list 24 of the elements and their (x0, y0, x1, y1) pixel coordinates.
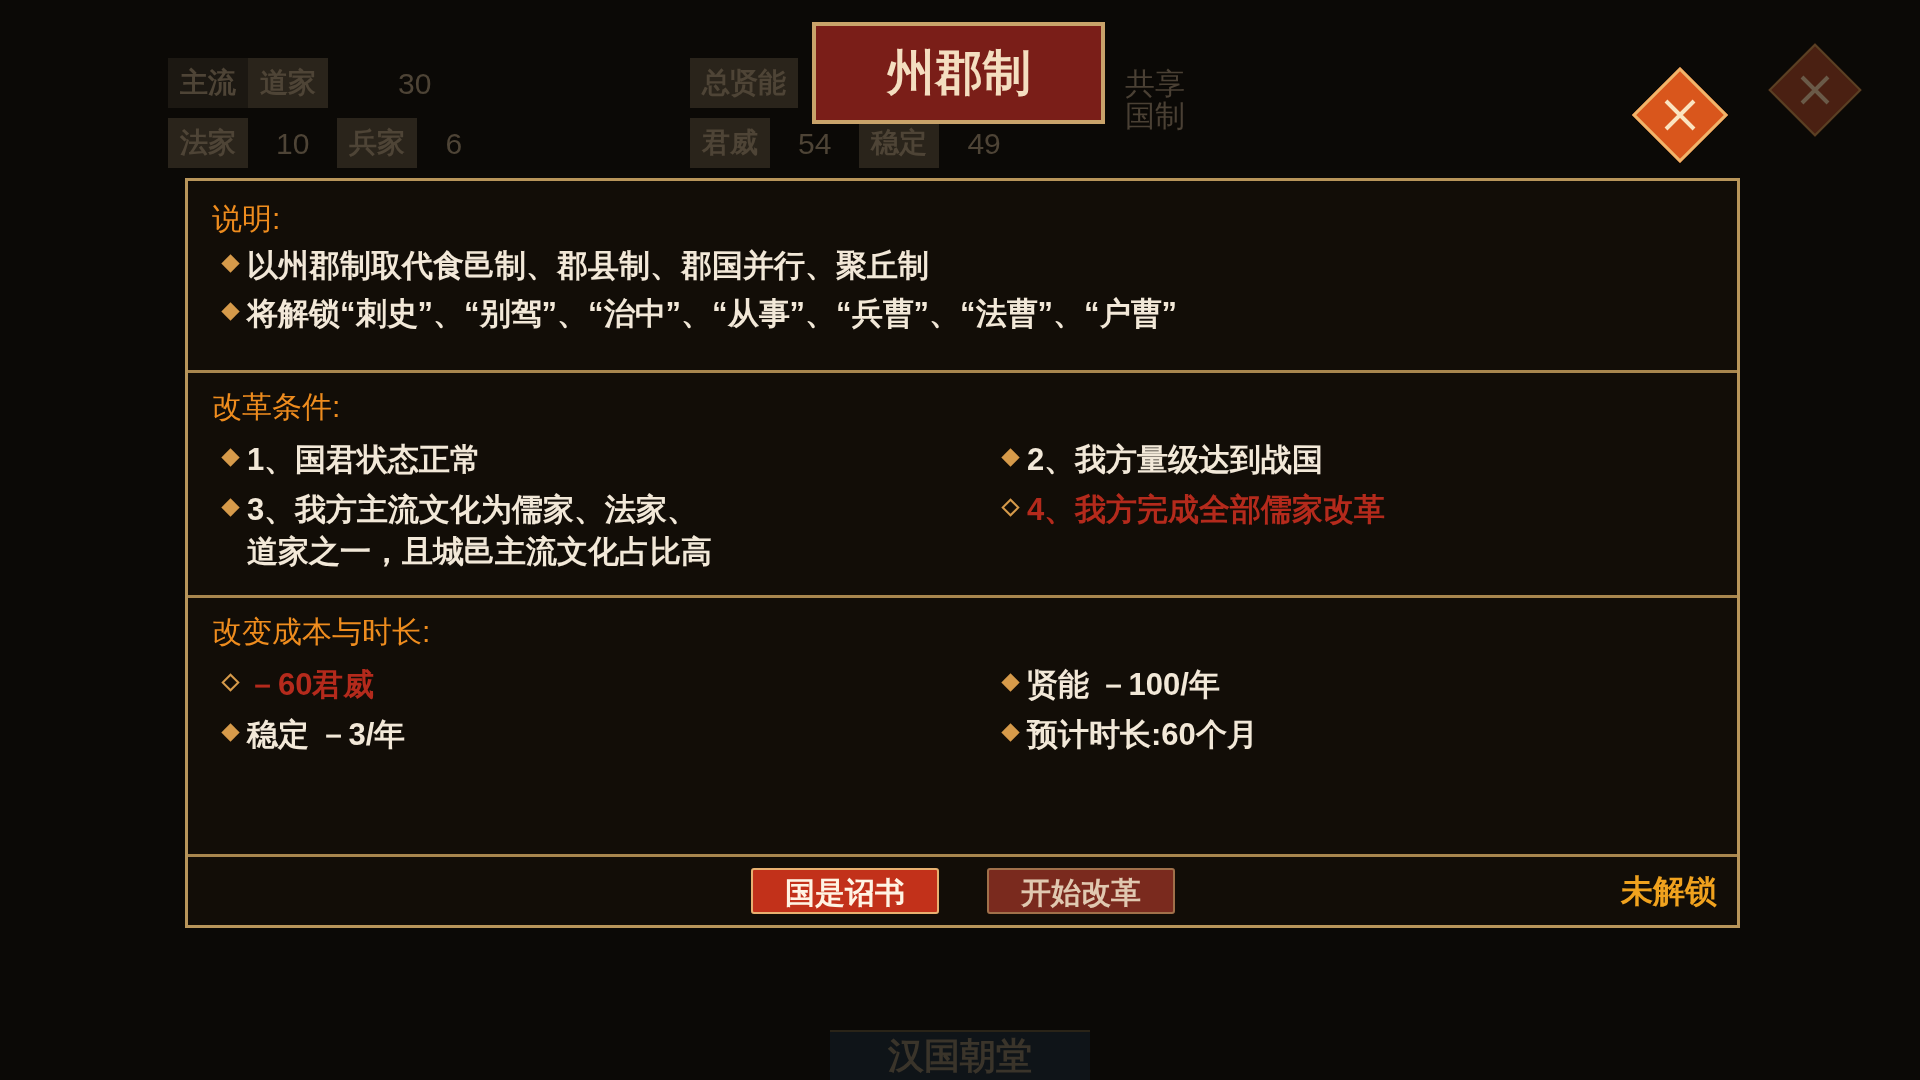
close-icon (1798, 73, 1832, 107)
cost-text: 预计时长:60个月 (1027, 716, 1258, 754)
section-label: 说明: (212, 201, 282, 237)
culture-count: 30 (398, 65, 432, 102)
section-label: 改革条件: (212, 389, 342, 425)
cost-text: －60君威 (247, 666, 375, 704)
action-button[interactable]: 国是诏书 (750, 868, 939, 914)
status-text: 未解锁 (1621, 872, 1717, 911)
close-icon (1662, 97, 1698, 133)
system-label: 共享国制 (1125, 68, 1186, 132)
culture-count: 10 (276, 125, 310, 162)
description-text: 将解锁“刺史”、“别驾”、“治中”、“从事”、“兵曹”、“法曹”、“户曹” (247, 295, 1177, 333)
stat-value: 49 (967, 125, 1001, 162)
cost-text: 稳定 －3/年 (247, 716, 406, 754)
description-text: 以州郡制取代食邑制、郡县制、郡国并行、聚丘制 (247, 247, 929, 285)
condition-text: 1、国君状态正常 (247, 441, 482, 479)
dialog-title: 州郡制 (812, 22, 1105, 124)
condition-text: 3、我方主流文化为儒家、法家、道家之一，且城邑主流文化占比高 (247, 491, 713, 571)
condition-text: 4、我方完成全部儒家改革 (1027, 491, 1386, 529)
stat-value: 54 (798, 125, 832, 162)
cost-text: 贤能 －100/年 (1027, 666, 1220, 704)
section-label: 改变成本与时长: (212, 614, 432, 650)
culture-count: 6 (445, 125, 463, 162)
condition-text: 2、我方量级达到战国 (1027, 441, 1324, 479)
